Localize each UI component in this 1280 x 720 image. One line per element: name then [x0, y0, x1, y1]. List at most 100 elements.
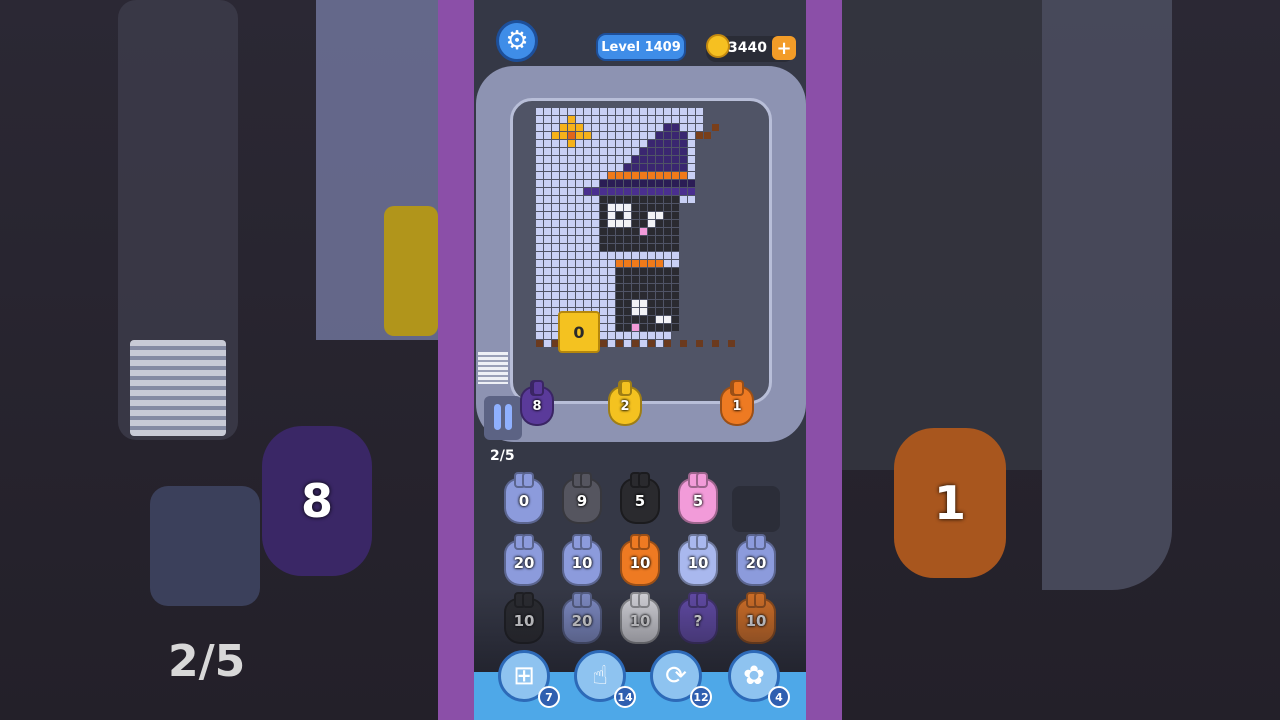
- art-pixel: [656, 204, 663, 211]
- art-pixel: [632, 268, 639, 275]
- art-pixel: [648, 204, 655, 211]
- art-pixel: [640, 228, 647, 235]
- art-pixel: [656, 260, 663, 267]
- art-pixel: [608, 308, 615, 315]
- art-pixel: [648, 212, 655, 219]
- art-pixel: [544, 340, 551, 347]
- art-pixel: [600, 252, 607, 259]
- grid-bunny[interactable]: 0: [504, 472, 544, 524]
- art-pixel: [648, 116, 655, 123]
- art-pixel: [584, 140, 591, 147]
- art-pixel: [552, 236, 559, 243]
- art-pixel: [600, 108, 607, 115]
- art-pixel: [608, 164, 615, 171]
- art-pixel: [560, 276, 567, 283]
- shuffle-icon: ⟳: [665, 661, 687, 691]
- art-pixel: [640, 308, 647, 315]
- add-coins-button[interactable]: +: [772, 36, 796, 60]
- art-pixel: [632, 164, 639, 171]
- art-pixel: [624, 124, 631, 131]
- art-pixel: [664, 268, 671, 275]
- art-pixel: [576, 236, 583, 243]
- art-pixel: [600, 196, 607, 203]
- art-pixel: [664, 172, 671, 179]
- art-pixel: [656, 132, 663, 139]
- art-pixel: [544, 132, 551, 139]
- art-pixel: [648, 236, 655, 243]
- art-pixel: [560, 260, 567, 267]
- art-pixel: [664, 140, 671, 147]
- art-pixel: [592, 260, 599, 267]
- art-pixel: [608, 212, 615, 219]
- art-pixel: [568, 220, 575, 227]
- art-pixel: [576, 196, 583, 203]
- art-pixel: [616, 196, 623, 203]
- art-pixel: [680, 140, 687, 147]
- grid-bunny[interactable]: 5: [620, 472, 660, 524]
- art-pixel: [568, 188, 575, 195]
- grid-bunny[interactable]: 9: [562, 472, 602, 524]
- art-pixel: [648, 220, 655, 227]
- art-pixel: [640, 260, 647, 267]
- art-pixel: [632, 148, 639, 155]
- art-pixel: [576, 268, 583, 275]
- art-pixel: [568, 156, 575, 163]
- art-pixel: [600, 140, 607, 147]
- art-pixel: [592, 172, 599, 179]
- art-pixel: [608, 124, 615, 131]
- art-pixel: [632, 316, 639, 323]
- art-pixel: [624, 268, 631, 275]
- art-pixel: [616, 276, 623, 283]
- art-pixel: [552, 220, 559, 227]
- art-pixel: [552, 276, 559, 283]
- art-pixel: [696, 340, 703, 347]
- art-pixel: [592, 204, 599, 211]
- art-pixel: [568, 252, 575, 259]
- art-pixel: [648, 324, 655, 331]
- art-pixel: [632, 276, 639, 283]
- art-pixel: [640, 172, 647, 179]
- art-pixel: [688, 164, 695, 171]
- bunny-helper-icon: ✿: [743, 661, 765, 691]
- grid-bunny[interactable]: 10: [678, 534, 718, 586]
- art-pixel: [632, 236, 639, 243]
- bunny-launcher[interactable]: [484, 396, 522, 440]
- art-pixel: [584, 132, 591, 139]
- grid-bunny[interactable]: 5: [678, 472, 718, 524]
- art-pixel: [632, 108, 639, 115]
- art-pixel: [536, 244, 543, 251]
- art-pixel: [608, 148, 615, 155]
- grid-bunny[interactable]: 10: [620, 534, 660, 586]
- art-pixel: [568, 196, 575, 203]
- art-pixel: [640, 204, 647, 211]
- art-pixel: [552, 132, 559, 139]
- art-pixel: [544, 284, 551, 291]
- art-pixel: [672, 212, 679, 219]
- grid-bunny[interactable]: 20: [736, 534, 776, 586]
- art-pixel: [608, 156, 615, 163]
- art-pixel: [648, 332, 655, 339]
- art-pixel: [560, 132, 567, 139]
- art-pixel: [640, 284, 647, 291]
- art-pixel: [576, 132, 583, 139]
- art-pixel: [648, 300, 655, 307]
- art-pixel: [600, 228, 607, 235]
- art-pixel: [624, 188, 631, 195]
- settings-gear-icon[interactable]: ⚙: [496, 20, 538, 62]
- art-pixel: [576, 220, 583, 227]
- art-pixel: [656, 196, 663, 203]
- art-pixel: [544, 196, 551, 203]
- art-pixel: [648, 316, 655, 323]
- art-pixel: [688, 188, 695, 195]
- grid-bunny[interactable]: 20: [504, 534, 544, 586]
- art-pixel: [640, 268, 647, 275]
- grid-bunny[interactable]: 10: [562, 534, 602, 586]
- art-pixel: [632, 188, 639, 195]
- art-pixel: [552, 180, 559, 187]
- conveyor-progress: 2/5: [490, 448, 515, 464]
- art-pixel: [608, 276, 615, 283]
- art-pixel: [664, 340, 671, 347]
- art-pixel: [616, 300, 623, 307]
- art-pixel: [616, 228, 623, 235]
- art-pixel: [560, 212, 567, 219]
